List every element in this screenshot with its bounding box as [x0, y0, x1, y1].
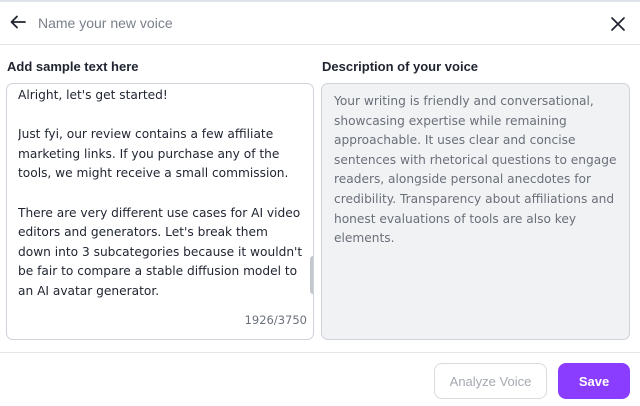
footer-divider: [0, 352, 640, 353]
voice-description-text: Your writing is friendly and conversatio…: [334, 94, 617, 246]
voice-description-box: Your writing is friendly and conversatio…: [321, 83, 630, 340]
voice-name-input[interactable]: [38, 11, 578, 35]
sample-scrollbar[interactable]: [310, 256, 313, 294]
character-count: 1926/3750: [244, 313, 307, 327]
back-button[interactable]: [8, 11, 28, 33]
analyze-voice-button[interactable]: Analyze Voice: [434, 363, 547, 399]
voice-description-label: Description of your voice: [322, 59, 479, 74]
close-button[interactable]: [609, 14, 627, 34]
sample-text-label: Add sample text here: [7, 59, 139, 74]
voice-header: [0, 0, 640, 45]
close-icon: [611, 17, 625, 31]
arrow-left-icon: [10, 15, 26, 29]
sample-text-content[interactable]: Alright, let's get started! Just fyi, ou…: [18, 86, 303, 299]
save-button[interactable]: Save: [558, 363, 630, 399]
sample-text-area[interactable]: Alright, let's get started! Just fyi, ou…: [6, 83, 314, 340]
